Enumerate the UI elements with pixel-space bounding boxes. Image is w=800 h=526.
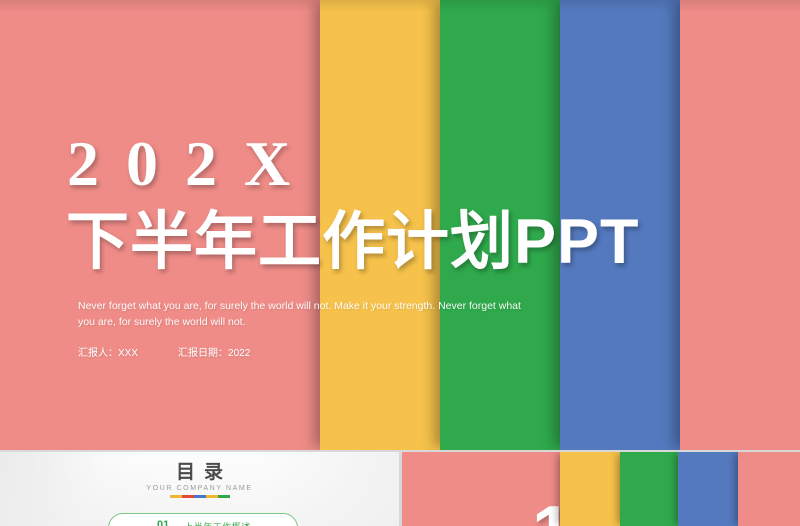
mini-stripe-pink [738, 452, 800, 526]
toc-slide-thumbnail: 目录 YOUR COMPANY NAME 01 上半年工作概述 [0, 452, 399, 526]
underline-segment-red [181, 495, 194, 498]
mini-stripe-blue [678, 452, 738, 526]
underline-segment-blue [193, 495, 206, 498]
cover-slide: 202X 下半年工作计划PPT Never forget what you ar… [0, 0, 800, 450]
report-date-label: 汇报日期：2022 [178, 348, 251, 359]
section-slide-thumbnail: 1 [402, 452, 800, 526]
mini-stripe-yellow [560, 452, 620, 526]
underline-segment-green [217, 495, 230, 498]
mini-stripe-green [620, 452, 678, 526]
main-title: 下半年工作计划PPT [66, 207, 640, 277]
company-name: YOUR COMPANY NAME [146, 485, 253, 492]
underline-segment-yellow [205, 495, 218, 498]
template-preview: 202X 下半年工作计划PPT Never forget what you ar… [0, 0, 800, 526]
underline-segment-yellow [169, 495, 182, 498]
year-text: 202X [67, 128, 318, 199]
cover-subtitle: Never forget what you are, for surely th… [78, 300, 521, 329]
toc-item-label: 上半年工作概述 [184, 519, 251, 526]
toc-item-card: 01 上半年工作概述 [108, 513, 298, 526]
toc-color-underline [0, 495, 399, 498]
toc-item-number: 01 [157, 519, 170, 526]
cover-meta: 汇报人：XXX 汇报日期：2022 [78, 344, 250, 359]
toc-title: 目录 [175, 462, 232, 483]
presenter-label: 汇报人：XXX [78, 348, 139, 359]
cover-content: 202X 下半年工作计划PPT Never forget what you ar… [0, 0, 800, 450]
